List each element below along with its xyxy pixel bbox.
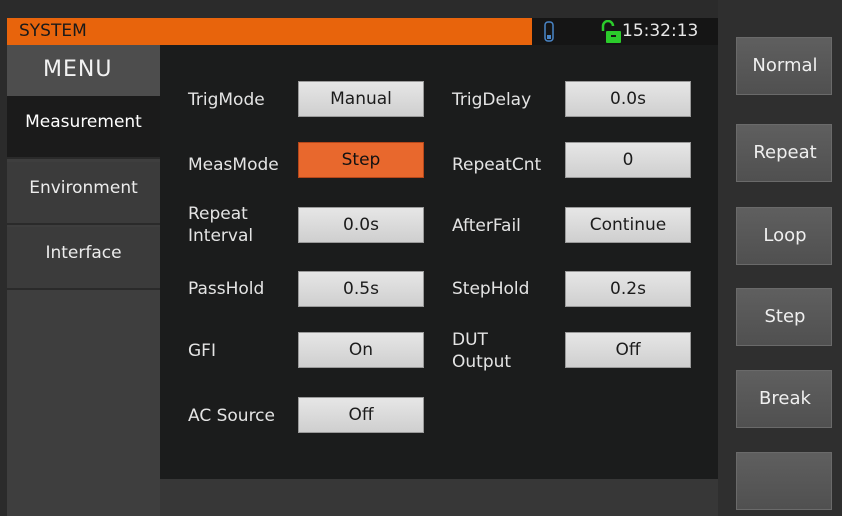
bottom-strip bbox=[160, 479, 718, 516]
clock-time: 15:32:13 bbox=[622, 21, 699, 41]
repeat-interval-label-line2: Interval bbox=[188, 226, 254, 246]
step-hold-label: StepHold bbox=[452, 279, 530, 299]
status-bar: SYSTEM 15:32:13 bbox=[7, 18, 718, 45]
softkey-panel: Normal Repeat Loop Step Break bbox=[718, 0, 842, 516]
after-fail-label: AfterFail bbox=[452, 216, 521, 236]
menu-item-environment[interactable]: Environment bbox=[7, 162, 160, 225]
gfi-label: GFI bbox=[188, 341, 216, 361]
softkey-normal[interactable]: Normal bbox=[736, 37, 832, 95]
measurement-settings-panel: TrigMode Manual MeasMode Step Repeat Int… bbox=[160, 45, 718, 479]
trig-delay-label: TrigDelay bbox=[452, 90, 532, 110]
system-title-bar: SYSTEM bbox=[7, 18, 532, 45]
repeat-cnt-field[interactable]: 0 bbox=[565, 142, 691, 178]
softkey-label: Loop bbox=[763, 225, 807, 246]
softkey-blank[interactable] bbox=[736, 452, 832, 510]
softkey-label: Break bbox=[759, 388, 811, 409]
softkey-label: Normal bbox=[752, 55, 818, 76]
trig-mode-field[interactable]: Manual bbox=[298, 81, 424, 117]
softkey-label: Step bbox=[764, 306, 806, 327]
softkey-loop[interactable]: Loop bbox=[736, 207, 832, 265]
trig-delay-field[interactable]: 0.0s bbox=[565, 81, 691, 117]
usb-icon bbox=[544, 21, 554, 42]
menu-title-label: MENU bbox=[43, 57, 113, 82]
menu-item-measurement[interactable]: Measurement bbox=[7, 96, 160, 159]
system-title: SYSTEM bbox=[19, 21, 87, 41]
dut-output-label-line2: Output bbox=[452, 352, 512, 372]
unlock-icon bbox=[601, 20, 621, 43]
trig-mode-label: TrigMode bbox=[188, 90, 265, 110]
menu-item-label: Measurement bbox=[25, 112, 142, 132]
after-fail-field[interactable]: Continue bbox=[565, 207, 691, 243]
meas-mode-field[interactable]: Step bbox=[298, 142, 424, 178]
softkey-break[interactable]: Break bbox=[736, 370, 832, 428]
ac-source-label: AC Source bbox=[188, 406, 275, 426]
pass-hold-field[interactable]: 0.5s bbox=[298, 271, 424, 307]
pass-hold-label: PassHold bbox=[188, 279, 265, 299]
dut-output-label-line1: DUT bbox=[452, 330, 488, 350]
gfi-field[interactable]: On bbox=[298, 332, 424, 368]
ac-source-field[interactable]: Off bbox=[298, 397, 424, 433]
menu-title: MENU bbox=[7, 45, 160, 96]
softkey-step[interactable]: Step bbox=[736, 288, 832, 346]
repeat-cnt-label: RepeatCnt bbox=[452, 155, 542, 175]
menu-item-label: Interface bbox=[45, 243, 122, 263]
repeat-interval-field[interactable]: 0.0s bbox=[298, 207, 424, 243]
softkey-repeat[interactable]: Repeat bbox=[736, 124, 832, 182]
menu-item-interface[interactable]: Interface bbox=[7, 227, 160, 290]
softkey-label: Repeat bbox=[753, 142, 817, 163]
meas-mode-label: MeasMode bbox=[188, 155, 279, 175]
repeat-interval-label-line1: Repeat bbox=[188, 204, 248, 224]
side-menu: MENU Measurement Environment Interface bbox=[7, 45, 160, 516]
step-hold-field[interactable]: 0.2s bbox=[565, 271, 691, 307]
dut-output-field[interactable]: Off bbox=[565, 332, 691, 368]
menu-item-label: Environment bbox=[29, 178, 138, 198]
